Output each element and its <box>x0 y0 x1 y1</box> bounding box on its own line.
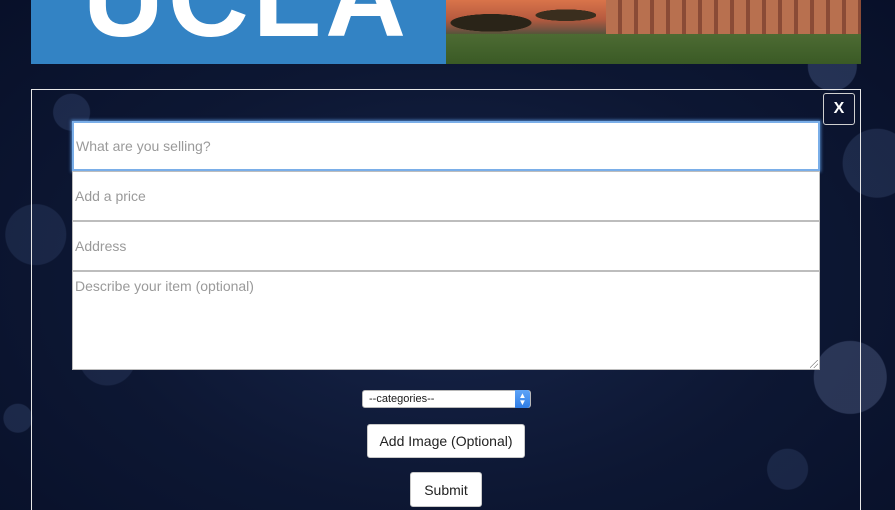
address-placeholder: Address <box>75 238 127 254</box>
category-selected-value: --categories-- <box>369 393 435 405</box>
campus-photo <box>446 0 861 64</box>
submit-button[interactable]: Submit <box>410 472 482 507</box>
header-banner: UCLA <box>31 0 861 64</box>
title-placeholder: What are you selling? <box>76 138 211 154</box>
photo-building <box>606 0 861 34</box>
photo-lawn <box>446 34 861 64</box>
photo-trees <box>446 0 596 38</box>
address-input[interactable]: Address <box>72 221 820 271</box>
description-textarea[interactable]: Describe your item (optional) <box>72 271 820 370</box>
price-placeholder: Add a price <box>75 188 146 204</box>
ucla-logo: UCLA <box>31 0 446 64</box>
description-placeholder: Describe your item (optional) <box>75 278 254 294</box>
sell-item-modal: X What are you selling? Add a price Addr… <box>31 89 861 510</box>
close-button[interactable]: X <box>823 93 855 125</box>
price-input[interactable]: Add a price <box>72 171 820 221</box>
logo-text: UCLA <box>83 0 410 54</box>
add-image-button[interactable]: Add Image (Optional) <box>367 424 525 458</box>
category-select[interactable]: --categories-- ▲ ▼ <box>362 390 531 408</box>
select-arrows-icon: ▲ ▼ <box>515 390 530 408</box>
resize-handle-icon[interactable] <box>810 360 818 368</box>
title-input[interactable]: What are you selling? <box>72 121 820 171</box>
